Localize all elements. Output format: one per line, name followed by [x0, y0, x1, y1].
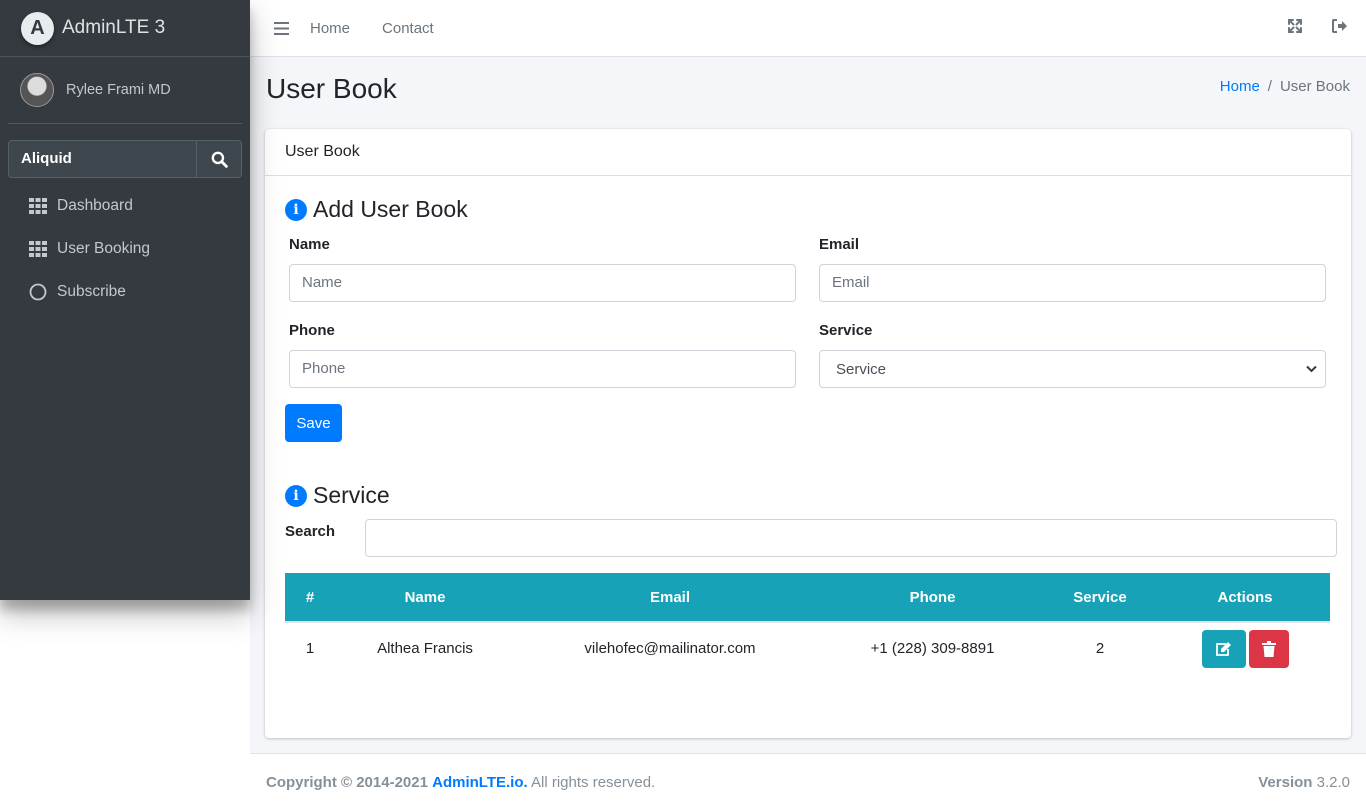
service-select-value: Service — [836, 360, 887, 378]
col-header-service: Service — [1040, 573, 1160, 623]
hamburger-icon — [273, 21, 289, 35]
top-navbar: Home Contact — [250, 0, 1366, 57]
cell-name: Althea Francis — [377, 640, 473, 657]
trash-icon — [1261, 640, 1276, 657]
breadcrumb: Home / User Book — [1219, 78, 1350, 95]
cell-email: vilehofec@mailinator.com — [584, 640, 756, 657]
chevron-down-icon — [1306, 365, 1317, 373]
email-input[interactable]: Email — [819, 264, 1326, 302]
cell-service: 2 — [1095, 640, 1105, 657]
cell-actions — [1160, 622, 1330, 674]
version-label: Version — [1258, 774, 1313, 791]
card-title: User Book — [265, 129, 1351, 176]
circle-icon — [28, 282, 47, 301]
col-header-number: # — [285, 573, 335, 623]
table-search-input[interactable] — [365, 519, 1337, 557]
table-row: 1 Althea Francis vilehofec@mailinator.co… — [285, 622, 1330, 674]
footer-copyright: Copyright © 2014-2021 AdminLTE.io. All r… — [266, 774, 655, 791]
save-button[interactable]: Save — [285, 404, 342, 442]
rights-text: All rights reserved. — [531, 774, 656, 791]
edit-button[interactable] — [1201, 629, 1246, 668]
delete-button[interactable] — [1248, 629, 1289, 668]
sidebar-search-input[interactable]: Aliquid — [8, 140, 196, 178]
sidebar-item-label: Subscribe — [57, 282, 126, 300]
fullscreen-button[interactable] — [1287, 18, 1303, 38]
col-header-actions: Actions — [1160, 573, 1330, 623]
col-header-name: Name — [335, 573, 515, 623]
sidebar-item-dashboard[interactable]: Dashboard — [0, 184, 250, 227]
name-label: Name — [289, 236, 330, 253]
sidebar-item-label: Dashboard — [57, 196, 133, 214]
sidebar-item-user-booking[interactable]: User Booking — [0, 227, 250, 270]
adminlte-logo-icon: A — [21, 11, 54, 45]
user-book-card: User Book i Add User Book Name Name Emai… — [265, 129, 1351, 738]
phone-label: Phone — [289, 322, 335, 339]
nav-link-contact[interactable]: Contact — [382, 20, 434, 37]
form-title-text: Add User Book — [313, 196, 468, 222]
info-circle-icon: i — [285, 198, 307, 221]
sidebar-item-label: User Booking — [57, 239, 151, 257]
breadcrumb-current: User Book — [1279, 78, 1350, 95]
sidebar-nav: Dashboard User Booking Subscribe — [0, 184, 250, 313]
service-label: Service — [819, 322, 873, 339]
content-wrapper: User Book Home / User Book User Book i Add… — [250, 57, 1366, 753]
sidebar-search-button[interactable] — [196, 140, 242, 178]
page-title: User Book — [266, 73, 397, 104]
brand-link[interactable]: A AdminLTE 3 — [0, 0, 250, 57]
info-circle-icon: i — [285, 484, 307, 507]
service-title-text: Service — [313, 482, 390, 508]
table-header-row: # Name Email Phone Service Actions — [285, 573, 1330, 623]
edit-icon — [1215, 641, 1231, 656]
service-select[interactable]: Service — [819, 350, 1326, 388]
form-section-title: i Add User Book — [285, 196, 468, 223]
service-section-title: i Service — [285, 482, 390, 509]
name-input[interactable]: Name — [289, 264, 796, 302]
col-header-email: Email — [515, 573, 825, 623]
copyright-text: Copyright © 2014-2021 — [266, 774, 428, 791]
nav-link-home[interactable]: Home — [310, 20, 350, 37]
search-icon — [211, 151, 228, 168]
search-label: Search — [285, 523, 336, 540]
expand-arrows-icon — [1288, 19, 1302, 33]
logout-button[interactable] — [1331, 18, 1348, 38]
sidebar: A AdminLTE 3 Rylee Frami MD Aliquid Dash… — [0, 0, 250, 600]
footer: Copyright © 2014-2021 AdminLTE.io. All r… — [250, 753, 1366, 811]
email-label: Email — [819, 236, 860, 253]
sidebar-item-subscribe[interactable]: Subscribe — [0, 270, 250, 313]
phone-input[interactable]: Phone — [289, 350, 796, 388]
brand-text: AdminLTE 3 — [62, 17, 166, 38]
version-number: 3.2.0 — [1316, 774, 1350, 791]
user-name[interactable]: Rylee Frami MD — [66, 82, 171, 98]
footer-version: Version 3.2.0 — [1258, 774, 1350, 791]
breadcrumb-home-link[interactable]: Home — [1220, 78, 1260, 95]
avatar — [20, 73, 54, 107]
col-header-phone: Phone — [825, 573, 1040, 623]
footer-brand-link[interactable]: AdminLTE.io. — [432, 774, 528, 791]
grid-icon — [28, 196, 47, 215]
grid-icon — [28, 239, 47, 258]
menu-toggle-button[interactable] — [250, 21, 310, 35]
cell-phone: +1 (228) 309-8891 — [870, 640, 995, 657]
sidebar-search: Aliquid — [8, 140, 242, 178]
sign-out-icon — [1332, 19, 1347, 33]
service-table: # Name Email Phone Service Actions 1 Alt… — [285, 573, 1330, 674]
user-panel[interactable]: Rylee Frami MD — [8, 57, 242, 124]
cell-number: 1 — [305, 640, 315, 657]
